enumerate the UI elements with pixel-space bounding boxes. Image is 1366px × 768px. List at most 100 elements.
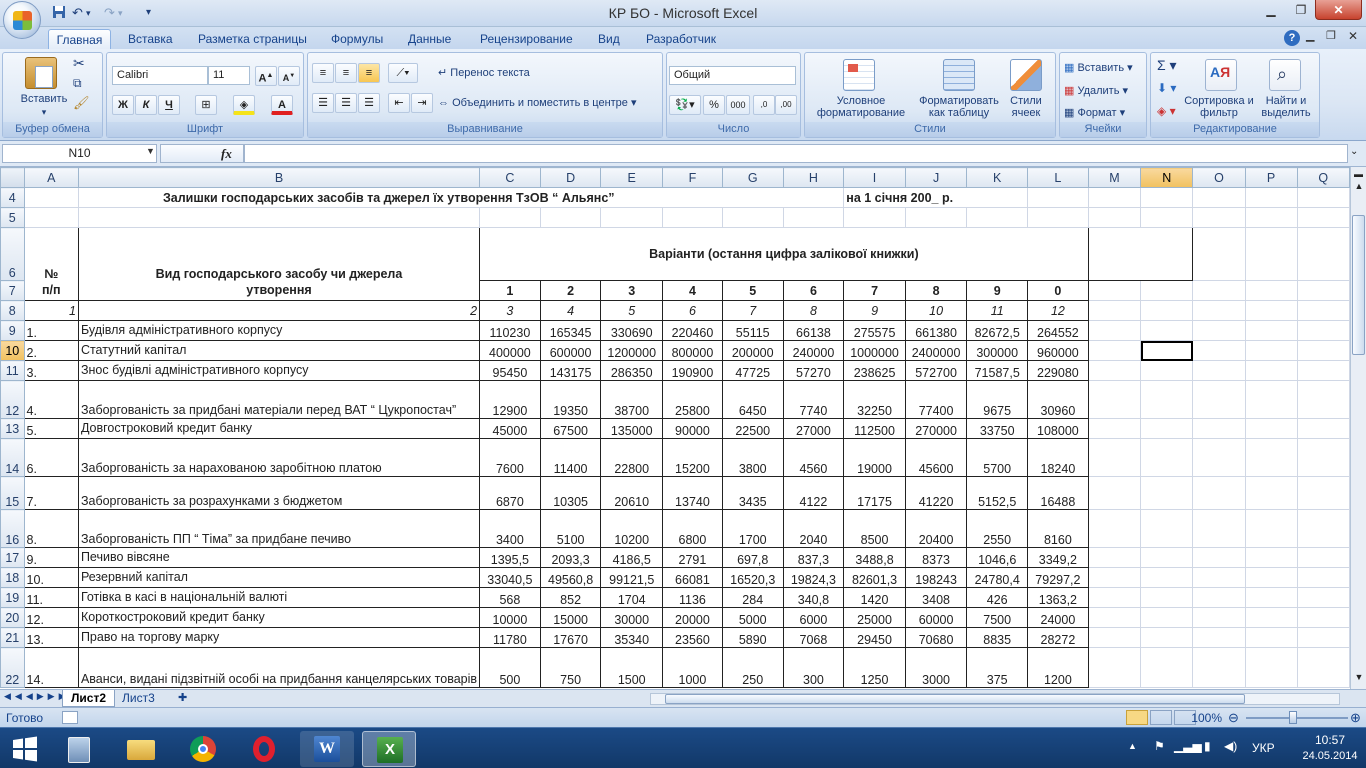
variant-cell[interactable]: 0 <box>1027 280 1089 301</box>
name-box[interactable]: N10 <box>2 144 157 163</box>
scroll-down-icon[interactable]: ▼ <box>1352 672 1366 686</box>
value-cell[interactable]: 12900 <box>479 380 541 419</box>
value-cell[interactable]: 3800 <box>721 438 784 477</box>
cell[interactable] <box>1296 227 1350 281</box>
cell-styles-button[interactable]: Стили ячеек <box>1001 95 1051 119</box>
value-cell[interactable]: 19350 <box>539 380 602 419</box>
cell[interactable] <box>1087 438 1142 477</box>
cell[interactable] <box>1192 320 1246 341</box>
col-num-cell[interactable]: 9 <box>843 300 906 321</box>
value-cell[interactable]: 300 <box>782 647 845 688</box>
align-center-icon[interactable]: ☰ <box>335 93 357 113</box>
value-cell[interactable]: 60000 <box>904 607 968 628</box>
value-cell[interactable]: 6870 <box>479 476 541 510</box>
cell[interactable] <box>1192 300 1246 321</box>
value-cell[interactable]: 400000 <box>479 340 541 361</box>
cell[interactable] <box>1140 360 1194 381</box>
cell[interactable] <box>1087 207 1142 228</box>
cell[interactable] <box>1087 647 1142 688</box>
autosum-icon[interactable]: Σ ▾ <box>1157 58 1177 72</box>
value-cell[interactable]: 3349,2 <box>1027 547 1089 568</box>
close-icon[interactable]: ✕ <box>1315 0 1362 20</box>
page-layout-view-icon[interactable] <box>1150 710 1172 725</box>
opera-icon[interactable] <box>238 731 292 767</box>
value-cell[interactable]: 229080 <box>1027 360 1089 381</box>
value-cell[interactable]: 35340 <box>600 627 663 648</box>
value-cell[interactable]: 24000 <box>1027 607 1089 628</box>
cell[interactable] <box>1296 280 1350 301</box>
value-cell[interactable]: 270000 <box>904 418 968 439</box>
value-cell[interactable]: 286350 <box>600 360 663 381</box>
value-cell[interactable]: 17670 <box>539 627 602 648</box>
cell[interactable] <box>1244 607 1298 628</box>
cell[interactable] <box>1244 187 1298 208</box>
variant-cell[interactable]: 3 <box>600 280 663 301</box>
expand-formula-bar-icon[interactable]: ⌄ <box>1350 146 1358 157</box>
cell[interactable] <box>1140 438 1194 477</box>
value-cell[interactable]: 5700 <box>966 438 1029 477</box>
cell[interactable] <box>1296 360 1350 381</box>
action-center-icon[interactable]: ⚑ <box>1154 739 1165 753</box>
value-cell[interactable]: 6000 <box>782 607 845 628</box>
find-select-button[interactable]: Найти и выделить <box>1255 95 1317 119</box>
cell[interactable] <box>1244 438 1298 477</box>
row-header[interactable]: 18 <box>0 567 25 588</box>
cell[interactable] <box>1192 567 1246 588</box>
cell[interactable] <box>1192 438 1246 477</box>
row-header[interactable]: 11 <box>0 360 25 381</box>
col-num-cell[interactable]: 5 <box>600 300 663 321</box>
col-header-e[interactable]: E <box>600 167 663 188</box>
cell[interactable] <box>600 207 663 228</box>
bordered-empty-cell[interactable] <box>1087 227 1194 281</box>
value-cell[interactable]: 426 <box>966 587 1029 608</box>
minimize-icon[interactable]: ▁ <box>1256 0 1286 20</box>
zoom-in-icon[interactable]: ⊕ <box>1350 710 1361 726</box>
col-header-b[interactable]: B <box>77 167 481 188</box>
cell[interactable] <box>1192 647 1246 688</box>
value-cell[interactable]: 960000 <box>1027 340 1089 361</box>
value-cell[interactable]: 220460 <box>661 320 723 341</box>
value-cell[interactable]: 800000 <box>661 340 723 361</box>
cell[interactable] <box>1087 627 1142 648</box>
value-cell[interactable]: 1000000 <box>843 340 906 361</box>
horizontal-scrollbar[interactable] <box>650 693 1340 705</box>
value-cell[interactable]: 2400000 <box>904 340 968 361</box>
cell[interactable] <box>1140 587 1194 608</box>
cell[interactable] <box>1244 380 1298 419</box>
col-header-m[interactable]: M <box>1087 167 1142 188</box>
scroll-up-icon[interactable]: ▲ <box>1352 181 1366 195</box>
cell[interactable] <box>539 207 602 228</box>
normal-view-icon[interactable] <box>1126 710 1148 725</box>
value-cell[interactable]: 1704 <box>600 587 663 608</box>
value-cell[interactable]: 661380 <box>904 320 968 341</box>
copy-icon[interactable]: ⧉ <box>73 77 82 89</box>
col-num-cell[interactable]: 1 <box>23 300 79 321</box>
value-cell[interactable]: 20400 <box>904 509 968 548</box>
format-painter-icon[interactable]: 🖌 <box>73 96 90 109</box>
header-kind-cell[interactable]: Вид господарського засобу чи джерела <box>77 227 481 281</box>
row-number-cell[interactable]: 11. <box>23 587 79 608</box>
cell[interactable] <box>1296 647 1350 688</box>
thousands-button[interactable]: 000 <box>726 95 750 115</box>
font-name-box[interactable]: Calibri <box>112 66 208 85</box>
value-cell[interactable]: 77400 <box>904 380 968 419</box>
cell[interactable] <box>1140 607 1194 628</box>
value-cell[interactable]: 33750 <box>966 418 1029 439</box>
start-icon[interactable] <box>12 736 38 762</box>
value-cell[interactable]: 22800 <box>600 438 663 477</box>
macro-record-icon[interactable] <box>62 711 78 724</box>
row-header[interactable]: 4 <box>0 187 25 208</box>
cell[interactable] <box>1140 476 1194 510</box>
cell[interactable] <box>1140 647 1194 688</box>
value-cell[interactable]: 8160 <box>1027 509 1089 548</box>
sheet-date-cell[interactable]: на 1 січня 200_ р. <box>843 187 1029 208</box>
calculator-icon[interactable] <box>52 731 106 767</box>
col-num-cell[interactable]: 6 <box>661 300 723 321</box>
value-cell[interactable]: 79297,2 <box>1027 567 1089 588</box>
cell[interactable] <box>1140 280 1194 301</box>
fill-icon[interactable]: ⬇ ▾ <box>1157 82 1176 94</box>
value-cell[interactable]: 30960 <box>1027 380 1089 419</box>
ribbon-minimize-icon[interactable]: ▁ <box>1306 29 1314 42</box>
cut-icon[interactable]: ✂ <box>73 56 85 70</box>
zoom-level[interactable]: 100% <box>1190 711 1222 725</box>
